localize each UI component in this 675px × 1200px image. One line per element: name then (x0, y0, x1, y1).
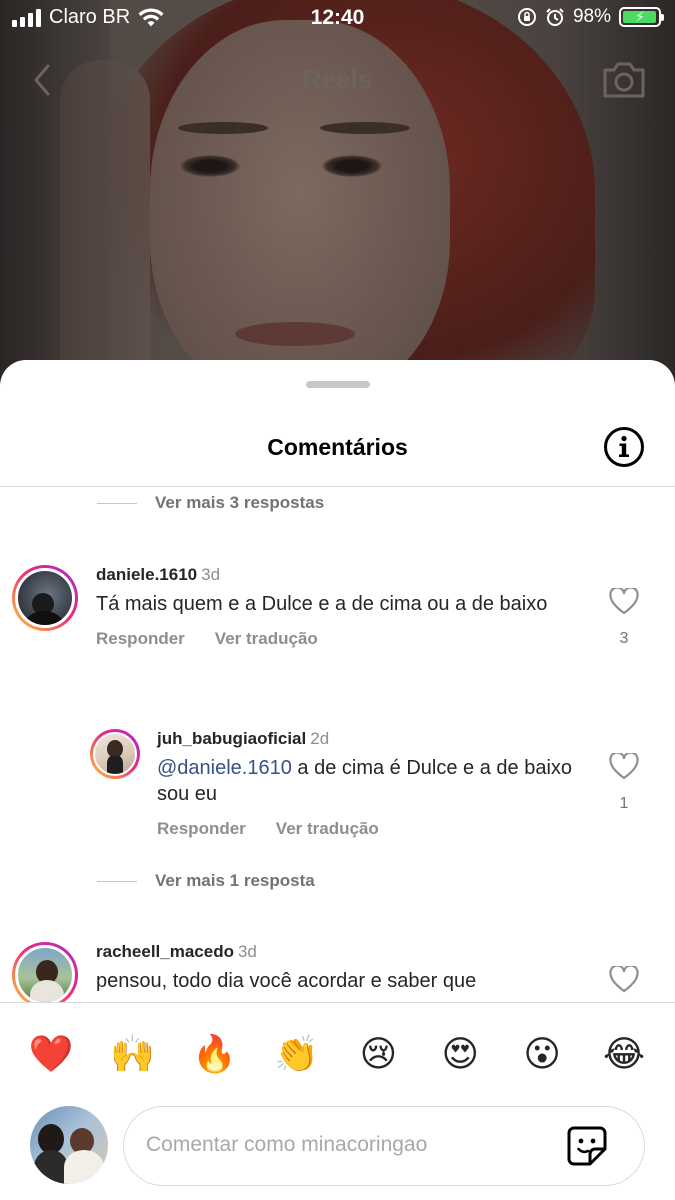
comment-input[interactable]: Comentar como minacoringao (123, 1106, 645, 1186)
sheet-title: Comentários (267, 434, 408, 460)
view-more-replies-label: Ver mais 3 respostas (155, 493, 325, 512)
reaction-heart-emoji[interactable]: ❤️ (27, 1036, 75, 1073)
comment-header: daniele.1610 3d (96, 565, 596, 585)
video-subject-eye-left (180, 155, 240, 177)
reply-avatar[interactable] (90, 729, 140, 779)
comment-composer: Comentar como minacoringao (0, 1106, 675, 1200)
comment-body: daniele.1610 3d Tá mais quem e a Dulce e … (96, 565, 596, 649)
reply-button[interactable]: Responder (157, 819, 246, 839)
video-subject-brow-left (178, 122, 268, 134)
reply-thread-line (97, 502, 137, 504)
comment-username[interactable]: racheell_macedo (96, 942, 234, 961)
avatar-photo (15, 945, 75, 1003)
reaction-clapping-emoji[interactable]: 👏 (273, 1036, 321, 1073)
see-translation-button[interactable]: Ver tradução (276, 819, 379, 839)
status-bar: Claro BR 12:40 98% ⚡ (0, 0, 675, 40)
alarm-icon (546, 8, 564, 26)
battery-percentage: 98% (572, 6, 611, 27)
comment-username[interactable]: daniele.1610 (96, 565, 197, 584)
see-translation-button[interactable]: Ver tradução (215, 629, 318, 649)
orientation-lock-icon (517, 8, 536, 26)
comment-like (609, 964, 639, 998)
reply-like: 1 (609, 751, 639, 813)
like-count: 1 (619, 795, 629, 812)
reply-username[interactable]: juh_babugiaoficial (157, 729, 306, 748)
reply-header: juh_babugiaoficial 2d (157, 729, 597, 749)
video-subject-lips (235, 322, 355, 346)
reaction-heart-eyes-emoji[interactable]: 😍 (436, 1036, 484, 1073)
comment-avatar[interactable] (12, 565, 78, 631)
comment-text: Tá mais quem e a Dulce e a de cima ou a … (96, 593, 548, 615)
reaction-crying-emoji[interactable]: 😢 (354, 1036, 402, 1073)
info-icon[interactable] (603, 426, 645, 468)
reply-actions: Responder Ver tradução (157, 819, 597, 839)
reaction-surprised-emoji[interactable]: 😮 (518, 1036, 566, 1073)
view-more-replies-label: Ver mais 1 resposta (155, 871, 315, 890)
battery-icon: ⚡ (619, 7, 664, 27)
status-right: 98% ⚡ (517, 6, 664, 28)
comment-actions: Responder Ver tradução (96, 629, 596, 649)
current-user-avatar[interactable] (30, 1106, 108, 1184)
reply-timestamp: 2d (310, 729, 330, 748)
comment-like: 3 (609, 586, 639, 648)
reaction-laughing-emoji[interactable]: 😂 (600, 1036, 648, 1073)
comments-list[interactable]: Ver mais 3 respostas daniele.1610 3d Tá m… (0, 487, 675, 1003)
like-count: 3 (619, 630, 629, 647)
avatar-photo (15, 568, 75, 628)
heart-icon[interactable] (609, 751, 639, 780)
video-header: Reels (0, 60, 675, 100)
comment-input-placeholder: Comentar como minacoringao (146, 1133, 428, 1156)
reply-button[interactable]: Responder (96, 629, 185, 649)
heart-icon[interactable] (609, 586, 639, 615)
sticker-icon[interactable] (566, 1125, 608, 1167)
reaction-fire-emoji[interactable]: 🔥 (191, 1036, 239, 1073)
comment-header: racheell_macedo 3d (96, 942, 596, 962)
comment-timestamp: 3d (237, 942, 257, 961)
comment-text: pensou, todo dia você acordar e saber qu… (96, 970, 477, 992)
heart-icon[interactable] (609, 964, 639, 993)
quick-reactions-bar: ❤️ 🙌 🔥 👏 😢 😍 😮 😂 (0, 1002, 675, 1106)
charging-bolt-icon: ⚡ (635, 8, 645, 25)
mention-link[interactable]: @daniele.1610 (157, 757, 292, 779)
view-more-replies-button[interactable]: Ver mais 1 resposta (97, 871, 315, 891)
reels-title: Reels (302, 64, 373, 94)
reply-thread-line (97, 880, 137, 882)
camera-icon[interactable] (601, 60, 647, 100)
view-more-replies-button[interactable]: Ver mais 3 respostas (97, 493, 324, 513)
comments-sheet: Comentários Ver mais 3 respostas daniele… (0, 360, 675, 1200)
reply-body: juh_babugiaoficial 2d @daniele.1610 a de … (157, 729, 597, 839)
comment-timestamp: 3d (201, 565, 221, 584)
video-subject-hand (60, 60, 150, 400)
video-subject-brow-right (320, 122, 410, 134)
comment-avatar[interactable] (12, 942, 78, 1003)
avatar-photo (93, 732, 137, 776)
reply-text: @daniele.1610 a de cima é Dulce e a de b… (157, 755, 597, 807)
reaction-raising-hands-emoji[interactable]: 🙌 (109, 1036, 157, 1073)
sheet-grabber[interactable] (306, 381, 370, 388)
comment-body: racheell_macedo 3d pensou, todo dia você … (96, 942, 596, 994)
video-subject-eye-right (322, 155, 382, 177)
